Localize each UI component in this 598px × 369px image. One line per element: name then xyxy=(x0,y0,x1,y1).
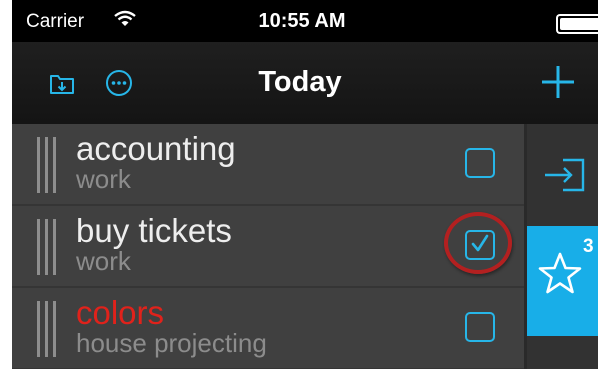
highlight-ring xyxy=(444,212,512,274)
drag-handle-icon[interactable] xyxy=(37,301,59,357)
task-row[interactable]: colors house projecting xyxy=(12,288,524,369)
task-checkbox[interactable] xyxy=(465,312,495,342)
task-checkbox[interactable] xyxy=(465,148,495,178)
navigation-bar: Today xyxy=(12,42,598,124)
page-title: Today xyxy=(258,66,342,98)
task-category: work xyxy=(76,246,131,276)
drag-handle-icon[interactable] xyxy=(37,137,59,193)
app-screen: Carrier 10:55 AM Today accounting work b… xyxy=(12,0,598,369)
task-list: accounting work buy tickets work colors … xyxy=(12,124,524,369)
status-time: 10:55 AM xyxy=(258,10,346,32)
task-row[interactable]: buy tickets work xyxy=(12,206,524,288)
status-bar: Carrier 10:55 AM xyxy=(12,0,598,42)
battery-icon xyxy=(556,14,598,34)
starred-tab[interactable]: 3 xyxy=(527,226,598,336)
drag-handle-icon[interactable] xyxy=(37,219,59,275)
task-title: colors xyxy=(76,294,165,331)
starred-count-badge: 3 xyxy=(583,236,594,257)
inbox-tab[interactable] xyxy=(527,124,598,226)
add-task-button[interactable] xyxy=(538,62,578,102)
task-category: house projecting xyxy=(76,328,267,358)
task-title: buy tickets xyxy=(76,212,232,249)
task-row[interactable]: accounting work xyxy=(12,124,524,206)
add-icon xyxy=(542,66,574,98)
task-category: work xyxy=(76,164,131,194)
side-panel: 3 xyxy=(524,124,598,369)
task-title: accounting xyxy=(76,130,236,167)
inbox-import-icon xyxy=(545,158,585,192)
